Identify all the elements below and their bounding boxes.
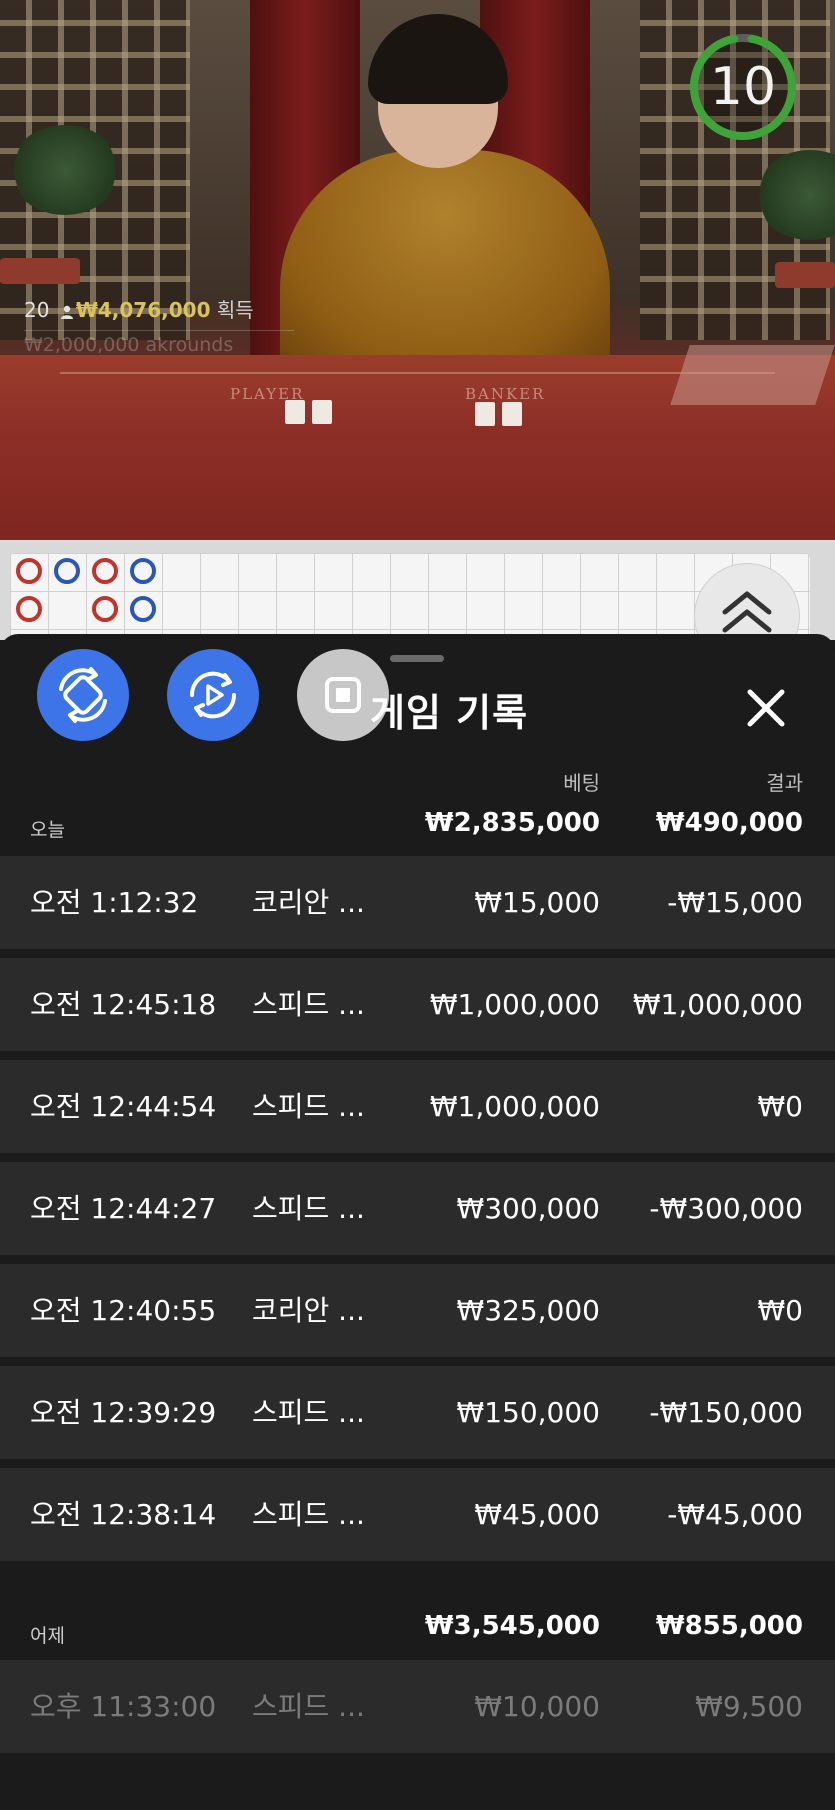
row-game: 스피드 ... bbox=[252, 1396, 365, 1429]
row-result: ₩9,500 bbox=[695, 1690, 803, 1723]
banker-label: BANKER bbox=[465, 385, 546, 403]
row-game: 코리안 ... bbox=[252, 886, 365, 919]
banker-card-1 bbox=[475, 402, 495, 426]
row-game: 스피드 ... bbox=[252, 1690, 365, 1723]
row-time: 오후 11:33:00 bbox=[30, 1690, 217, 1723]
sheet-title: 게임 기록 bbox=[370, 691, 529, 735]
divider bbox=[24, 330, 294, 331]
faded-notice: ₩2,000,000 akrounds bbox=[24, 334, 234, 356]
row-time: 오전 12:40:55 bbox=[30, 1294, 217, 1327]
road-banker-mark bbox=[16, 596, 42, 622]
win-amount: ₩4,076,000 bbox=[75, 298, 211, 322]
row-time: 오전 12:45:18 bbox=[30, 988, 217, 1021]
row-result: ₩1,000,000 bbox=[632, 988, 803, 1021]
close-icon bbox=[747, 689, 785, 727]
row-time: 오전 12:38:14 bbox=[30, 1498, 217, 1531]
road-player-mark bbox=[130, 558, 156, 584]
player-count-win: 20 ₩4,076,000 획득 bbox=[24, 294, 254, 323]
replay-button[interactable] bbox=[167, 649, 259, 741]
table-line bbox=[60, 372, 775, 374]
row-result: ₩0 bbox=[757, 1294, 804, 1327]
card-shoe bbox=[670, 345, 835, 405]
section-yesterday-label: 어제 bbox=[30, 1625, 65, 1647]
timer-value: 10 bbox=[709, 57, 777, 117]
history-row[interactable]: 오전 12:44:54 스피드 ... ₩1,000,000 ₩0 bbox=[0, 1060, 835, 1153]
drag-handle[interactable] bbox=[390, 655, 444, 662]
road-banker-mark bbox=[92, 558, 118, 584]
row-bet: ₩15,000 bbox=[474, 886, 600, 919]
rotate-bet-icon bbox=[59, 667, 107, 723]
pot-left bbox=[0, 258, 80, 284]
row-result: -₩15,000 bbox=[667, 886, 803, 919]
row-bet: ₩10,000 bbox=[474, 1690, 600, 1723]
player-count: 20 bbox=[24, 298, 50, 322]
row-game: 스피드 ... bbox=[252, 988, 365, 1021]
row-result: -₩45,000 bbox=[667, 1498, 803, 1531]
row-result: -₩300,000 bbox=[649, 1192, 803, 1225]
row-bet: ₩1,000,000 bbox=[429, 1090, 600, 1123]
win-suffix: 획득 bbox=[216, 298, 254, 322]
replay-icon bbox=[189, 671, 237, 719]
pot-right bbox=[775, 262, 835, 288]
row-game: 스피드 ... bbox=[252, 1090, 365, 1123]
user-icon bbox=[60, 305, 73, 319]
rotate-bet-button[interactable] bbox=[37, 649, 129, 741]
row-game: 스피드 ... bbox=[252, 1498, 365, 1531]
section-today-label: 오늘 bbox=[30, 819, 65, 841]
road-banker-mark bbox=[16, 558, 42, 584]
history-row[interactable]: 오전 12:39:29 스피드 ... ₩150,000 -₩150,000 bbox=[0, 1366, 835, 1459]
history-row[interactable]: 오전 12:45:18 스피드 ... ₩1,000,000 ₩1,000,00… bbox=[0, 958, 835, 1051]
row-bet: ₩45,000 bbox=[474, 1498, 600, 1531]
history-row[interactable]: 오전 12:44:27 스피드 ... ₩300,000 -₩300,000 bbox=[0, 1162, 835, 1255]
row-bet: ₩300,000 bbox=[456, 1192, 600, 1225]
history-row[interactable]: 오전 12:40:55 코리안 ... ₩325,000 ₩0 bbox=[0, 1264, 835, 1357]
row-result: ₩0 bbox=[757, 1090, 804, 1123]
row-bet: ₩1,000,000 bbox=[429, 988, 600, 1021]
today-total-bet: ₩2,835,000 bbox=[424, 808, 600, 838]
row-bet: ₩150,000 bbox=[456, 1396, 600, 1429]
today-total-result: ₩490,000 bbox=[655, 808, 803, 838]
countdown-timer: 10 bbox=[688, 32, 798, 142]
yesterday-total-result: ₩855,000 bbox=[655, 1611, 803, 1641]
column-header-bet: 베팅 bbox=[563, 771, 600, 795]
road-banker-mark bbox=[92, 596, 118, 622]
row-bet: ₩325,000 bbox=[456, 1294, 600, 1327]
close-button[interactable] bbox=[742, 684, 790, 732]
history-row[interactable]: 오후 11:33:00 스피드 ... ₩10,000 ₩9,500 bbox=[0, 1660, 835, 1753]
row-result: -₩150,000 bbox=[649, 1396, 803, 1429]
road-player-mark bbox=[130, 596, 156, 622]
row-time: 오전 1:12:32 bbox=[30, 886, 199, 919]
history-row[interactable]: 오전 1:12:32 코리안 ... ₩15,000 -₩15,000 bbox=[0, 856, 835, 949]
history-row[interactable]: 오전 12:38:14 스피드 ... ₩45,000 -₩45,000 bbox=[0, 1468, 835, 1561]
row-time: 오전 12:44:27 bbox=[30, 1192, 217, 1225]
live-video: PLAYER BANKER 20 ₩4,076,000 획득 ₩2,000,00… bbox=[0, 0, 835, 540]
row-time: 오전 12:44:54 bbox=[30, 1090, 217, 1123]
row-game: 코리안 ... bbox=[252, 1294, 365, 1327]
column-header-result: 결과 bbox=[766, 771, 803, 795]
dealer-body bbox=[280, 150, 610, 365]
banker-card-2 bbox=[502, 402, 522, 426]
row-time: 오전 12:39:29 bbox=[30, 1396, 217, 1429]
player-card-1 bbox=[285, 400, 305, 424]
row-game: 스피드 ... bbox=[252, 1192, 365, 1225]
yesterday-total-bet: ₩3,545,000 bbox=[424, 1611, 600, 1641]
road-player-mark bbox=[54, 558, 80, 584]
player-card-2 bbox=[312, 400, 332, 424]
bonsai-left bbox=[10, 125, 120, 215]
